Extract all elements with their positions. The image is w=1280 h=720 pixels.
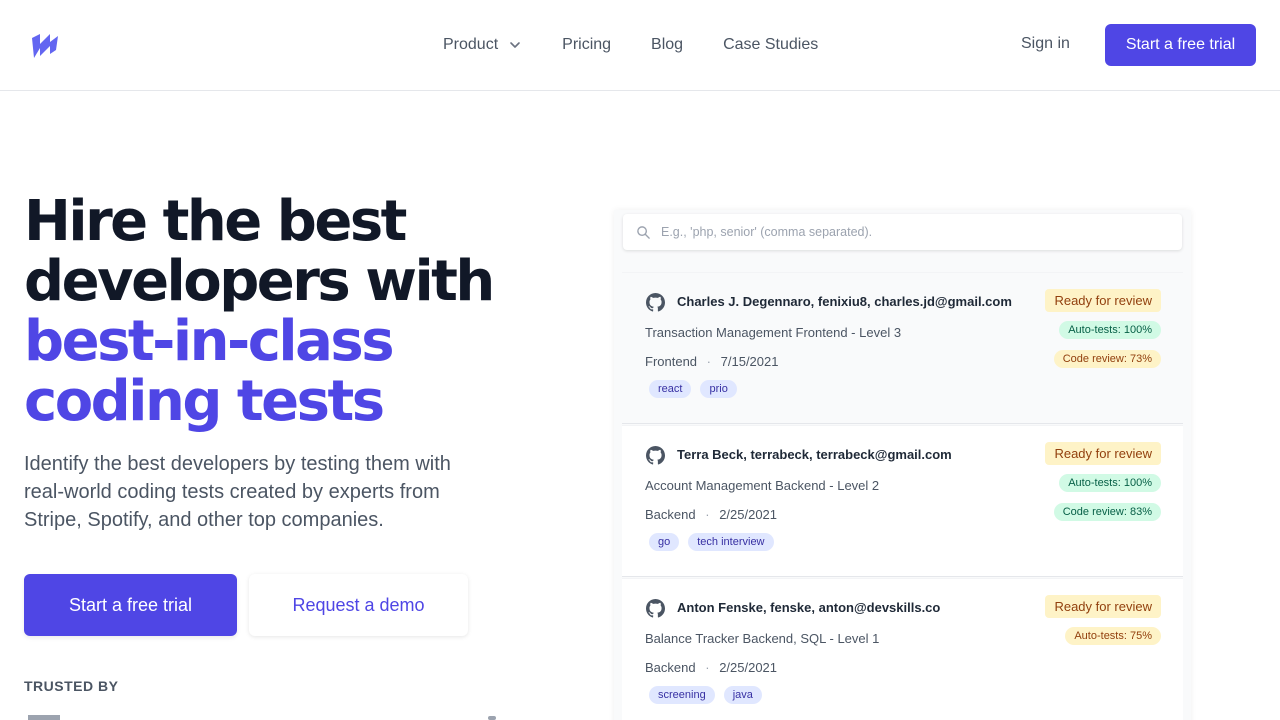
candidate-area: Backend	[645, 507, 696, 522]
candidate-meta: Backend · 2/25/2021	[645, 660, 777, 675]
site-header: Product Pricing Blog Case Studies Sign i…	[0, 0, 1280, 91]
sign-in-link[interactable]: Sign in	[1021, 35, 1070, 53]
start-trial-hero-button[interactable]: Start a free trial	[24, 574, 237, 636]
nav-pricing[interactable]: Pricing	[562, 36, 611, 54]
candidate-card[interactable]: Anton Fenske, fenske, anton@devskills.co…	[622, 578, 1183, 720]
nav-blog[interactable]: Blog	[651, 36, 683, 54]
chevron-down-icon	[510, 42, 520, 48]
tag[interactable]: java	[723, 686, 762, 704]
tag[interactable]: tech interview	[688, 533, 774, 551]
candidate-test: Account Management Backend - Level 2	[645, 478, 880, 493]
hero-title-line4: coding tests	[24, 369, 385, 434]
tag[interactable]: react	[649, 380, 692, 398]
candidate-name: Terra Beck, terrabeck, terrabeck@gmail.c…	[677, 447, 952, 462]
candidate-badges: Ready for review Auto-tests: 100% Code r…	[1045, 442, 1161, 532]
candidate-test: Transaction Management Frontend - Level …	[645, 325, 902, 340]
candidate-meta: Backend · 2/25/2021	[645, 507, 777, 522]
separator-dot: ·	[705, 660, 710, 675]
nav-pricing-label: Pricing	[562, 36, 612, 53]
candidate-card[interactable]: Terra Beck, terrabeck, terrabeck@gmail.c…	[622, 425, 1183, 577]
separator-dot: ·	[705, 507, 710, 522]
github-icon	[646, 446, 665, 465]
candidate-area: Frontend	[645, 354, 698, 369]
request-demo-button[interactable]: Request a demo	[249, 574, 468, 636]
search-input[interactable]	[661, 225, 1161, 239]
trusted-company-logo	[28, 715, 60, 720]
candidate-name: Charles J. Degennaro, fenixiu8, charles.…	[677, 294, 1012, 309]
hero-subtitle: Identify the best developers by testing …	[24, 453, 451, 531]
candidate-date: 7/15/2021	[720, 354, 779, 369]
hero-title-line3: best-in-class	[24, 309, 395, 374]
auto-tests-badge: Auto-tests: 100%	[1059, 474, 1161, 492]
separator-dot: ·	[706, 354, 712, 369]
candidate-date: 2/25/2021	[719, 507, 778, 522]
candidate-search-bar[interactable]	[623, 214, 1182, 250]
tag[interactable]: go	[649, 533, 680, 551]
hero-title-line2: developers with	[24, 249, 495, 314]
candidate-date: 2/25/2021	[719, 660, 778, 675]
candidate-badges: Ready for review Auto-tests: 75%	[1045, 595, 1161, 656]
nav-product[interactable]: Product	[443, 36, 522, 54]
candidate-badges: Ready for review Auto-tests: 100% Code r…	[1045, 289, 1161, 379]
tag[interactable]: screening	[649, 686, 715, 704]
candidate-card[interactable]: Charles J. Degennaro, fenixiu8, charles.…	[622, 272, 1183, 424]
github-icon	[646, 599, 665, 618]
candidate-tags: screening java	[649, 686, 771, 704]
nav-case-studies[interactable]: Case Studies	[723, 36, 818, 54]
brand-logo-icon[interactable]	[30, 30, 60, 60]
nav-case-studies-label: Case Studies	[723, 36, 819, 53]
candidate-name: Anton Fenske, fenske, anton@devskills.co	[677, 600, 941, 615]
trusted-by-heading: TRUSTED BY	[24, 678, 119, 694]
github-icon	[646, 293, 665, 312]
nav-product-label: Product	[443, 36, 499, 53]
status-badge: Ready for review	[1045, 595, 1161, 618]
auto-tests-badge: Auto-tests: 100%	[1059, 321, 1161, 339]
code-review-badge: Code review: 83%	[1053, 503, 1161, 521]
code-review-badge: Code review: 73%	[1053, 350, 1161, 368]
candidate-area: Backend	[645, 660, 696, 675]
candidate-tags: react prio	[649, 380, 746, 398]
main-nav: Product Pricing Blog Case Studies	[443, 0, 858, 90]
auto-tests-badge: Auto-tests: 75%	[1065, 627, 1161, 645]
search-icon	[637, 225, 650, 239]
status-badge: Ready for review	[1045, 442, 1161, 465]
nav-blog-label: Blog	[651, 36, 684, 53]
start-trial-header-button[interactable]: Start a free trial	[1105, 24, 1256, 66]
status-badge: Ready for review	[1045, 289, 1161, 312]
candidate-tags: go tech interview	[649, 533, 783, 551]
candidate-test: Balance Tracker Backend, SQL - Level 1	[645, 631, 880, 646]
candidate-meta: Frontend · 7/15/2021	[645, 354, 778, 369]
trusted-company-logo	[488, 716, 496, 720]
tag[interactable]: prio	[700, 380, 737, 398]
hero-title: Hire the best developers with best-in-cl…	[24, 192, 584, 432]
hero-title-line1: Hire the best	[24, 189, 407, 254]
